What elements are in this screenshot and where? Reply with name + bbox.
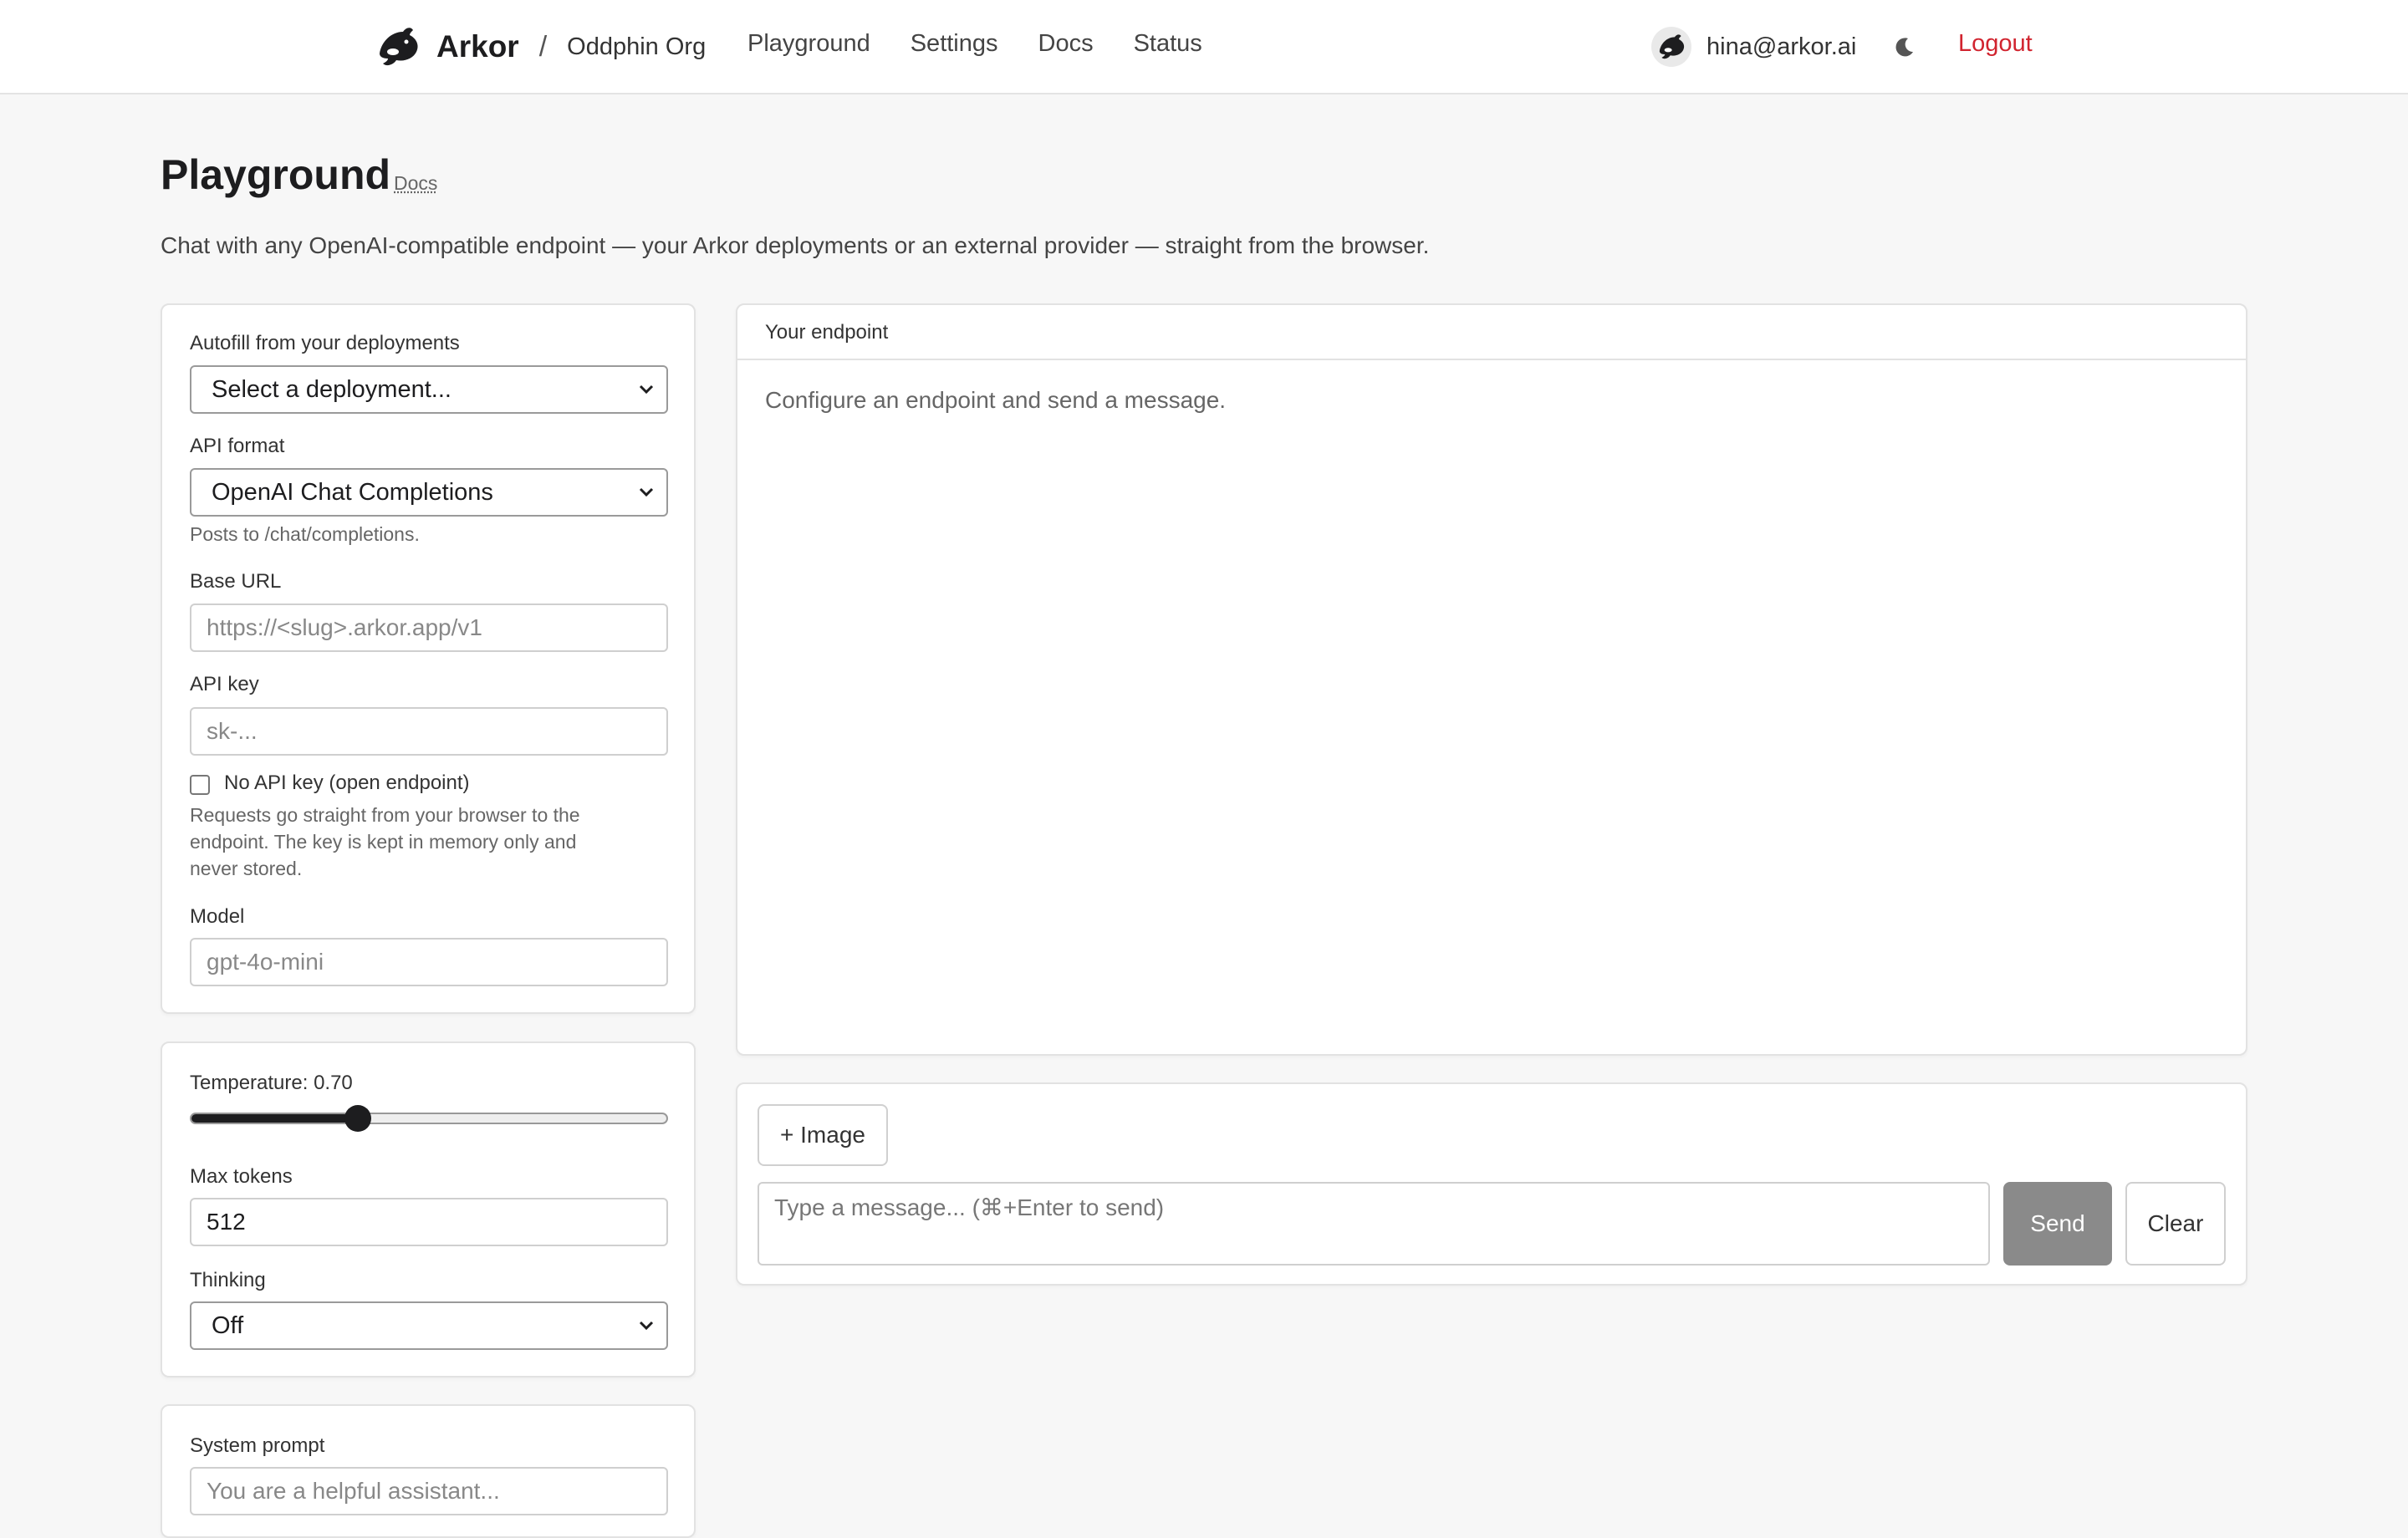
endpoint-title: Your endpoint xyxy=(765,321,889,344)
org-name[interactable]: Oddphin Org xyxy=(567,33,706,61)
api-key-label: API key xyxy=(190,673,259,695)
add-image-button[interactable]: + Image xyxy=(758,1104,888,1166)
chat-header: Your endpoint xyxy=(737,305,2246,360)
privacy-note-line: never stored. xyxy=(190,858,303,879)
autofill-label: Autofill from your deployments xyxy=(190,332,460,354)
page-title: Playground xyxy=(161,151,391,198)
orca-logo-icon xyxy=(380,28,418,66)
page-subtitle: Chat with any OpenAI-compatible endpoint… xyxy=(161,232,1430,258)
system-prompt-card: System prompt You are a helpful assistan… xyxy=(161,1404,696,1538)
user-menu[interactable]: hina@arkor.ai xyxy=(1651,27,1856,67)
temperature-slider-fill xyxy=(191,1114,358,1123)
thinking-select-value: Off xyxy=(212,1311,244,1339)
api-format-label: API format xyxy=(190,435,285,457)
brand-name: Arkor xyxy=(436,29,519,64)
nav-playground[interactable]: Playground xyxy=(747,30,870,58)
avatar xyxy=(1651,27,1691,67)
privacy-note: Requests go straight from your browser t… xyxy=(190,802,658,882)
max-tokens-label: Max tokens xyxy=(190,1165,293,1188)
moon-icon[interactable] xyxy=(1891,35,1916,60)
deployment-select-value: Select a deployment... xyxy=(212,375,452,403)
temperature-label: Temperature: 0.70 xyxy=(190,1072,353,1094)
privacy-note-line: Requests go straight from your browser t… xyxy=(190,804,580,826)
thinking-select[interactable]: Off xyxy=(190,1301,668,1350)
generation-params-card: Temperature: 0.70 Max tokens 512 Thinkin… xyxy=(161,1041,696,1378)
model-input[interactable]: gpt-4o-mini xyxy=(190,938,668,986)
base-url-input[interactable]: https://<slug>.arkor.app/v1 xyxy=(190,603,668,652)
orca-avatar-icon xyxy=(1659,34,1685,59)
breadcrumb-separator: / xyxy=(538,30,548,63)
model-label: Model xyxy=(190,905,245,928)
nav-settings[interactable]: Settings xyxy=(911,30,998,58)
main-nav: Playground Settings Docs Status xyxy=(747,30,1242,58)
chat-empty-state: Configure an endpoint and send a message… xyxy=(765,387,1227,413)
system-prompt-input[interactable]: You are a helpful assistant... xyxy=(190,1467,668,1515)
no-api-key-checkbox[interactable] xyxy=(190,775,210,795)
api-format-select[interactable]: OpenAI Chat Completions xyxy=(190,468,668,517)
composer-card: + Image Type a message... (⌘+Enter to se… xyxy=(736,1082,2247,1286)
deployment-select[interactable]: Select a deployment... xyxy=(190,365,668,414)
chevron-down-icon xyxy=(639,384,654,395)
max-tokens-input[interactable]: 512 xyxy=(190,1198,668,1246)
privacy-note-line: endpoint. The key is kept in memory only… xyxy=(190,831,577,853)
chevron-down-icon xyxy=(639,1321,654,1331)
chat-transcript-card: Your endpoint Configure an endpoint and … xyxy=(736,303,2247,1056)
thinking-label: Thinking xyxy=(190,1269,266,1291)
logout-button[interactable]: Logout xyxy=(1958,30,2033,58)
endpoint-config-card: Autofill from your deployments Select a … xyxy=(161,303,696,1014)
clear-button[interactable]: Clear xyxy=(2125,1182,2226,1266)
api-format-hint: Posts to /chat/completions. xyxy=(190,523,420,545)
temperature-slider[interactable] xyxy=(190,1105,668,1132)
chevron-down-icon xyxy=(639,487,654,497)
api-format-value: OpenAI Chat Completions xyxy=(212,478,493,506)
top-bar: Arkor / Oddphin Org Playground Settings … xyxy=(0,0,2408,94)
send-button[interactable]: Send xyxy=(2003,1182,2112,1266)
no-api-key-label[interactable]: No API key (open endpoint) xyxy=(224,772,470,795)
nav-docs[interactable]: Docs xyxy=(1038,30,1094,58)
base-url-label: Base URL xyxy=(190,570,282,593)
message-input[interactable]: Type a message... (⌘+Enter to send) xyxy=(758,1182,1990,1266)
system-prompt-label: System prompt xyxy=(190,1434,325,1457)
api-key-input[interactable]: sk-... xyxy=(190,707,668,756)
nav-status[interactable]: Status xyxy=(1134,30,1202,58)
user-email: hina@arkor.ai xyxy=(1707,33,1857,60)
docs-link[interactable]: Docs xyxy=(394,172,437,195)
temperature-slider-thumb[interactable] xyxy=(344,1105,371,1132)
brand[interactable]: Arkor / Oddphin Org xyxy=(375,25,706,69)
